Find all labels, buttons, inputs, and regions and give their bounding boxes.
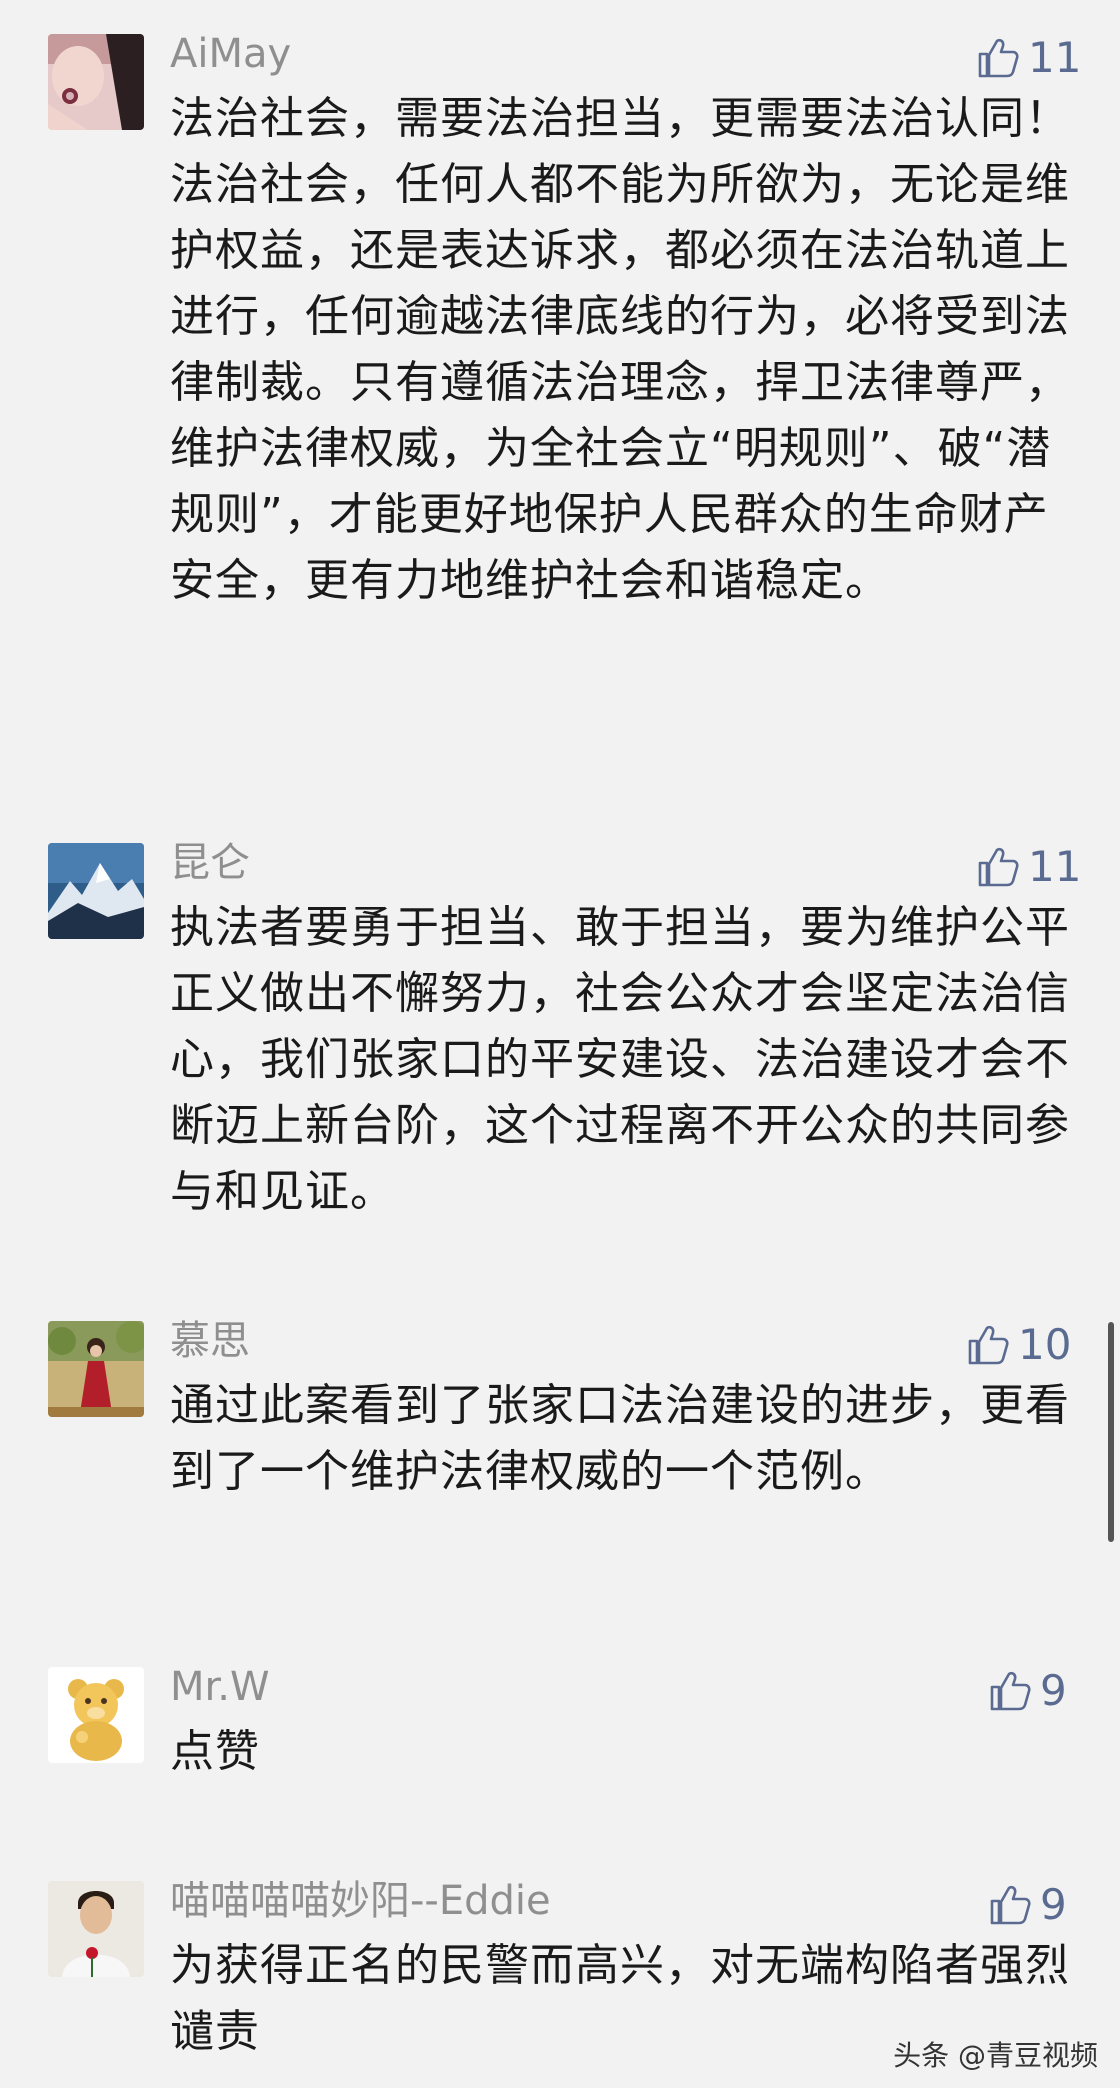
comment-text: 执法者要勇于担当、敢于担当，要为维护公平正义做出不懈努力，社会公众才会坚定法治信… — [170, 902, 1070, 1217]
thumbs-up-icon — [978, 847, 1019, 887]
like-count: 11 — [1028, 842, 1082, 891]
avatar[interactable] — [48, 34, 144, 130]
mountain-landscape-icon — [48, 843, 144, 939]
scrollbar[interactable] — [1108, 1322, 1114, 1542]
username[interactable]: AiMay — [170, 26, 291, 82]
avatar[interactable] — [48, 1667, 144, 1763]
like-count: 11 — [1028, 33, 1082, 82]
comment-text: 法治社会，需要法治担当，更需要法治认同！法治社会，任何人都不能为所欲为，无论是维… — [170, 93, 1070, 606]
comment-text: 点赞 — [170, 1726, 260, 1777]
like-button[interactable]: 9 — [988, 1877, 1067, 1933]
username[interactable]: Mr.W — [170, 1659, 270, 1715]
woman-red-dress-icon — [48, 1321, 144, 1417]
avatar[interactable] — [48, 1321, 144, 1417]
man-with-rose-icon — [48, 1881, 144, 1977]
woman-portrait-icon — [48, 34, 144, 130]
username[interactable]: 慕思 — [170, 1313, 250, 1369]
username[interactable]: 喵喵喵喵妙阳--Eddie — [170, 1873, 551, 1929]
thumbs-up-icon — [990, 1885, 1031, 1925]
like-button[interactable]: 9 — [988, 1663, 1067, 1719]
like-count: 10 — [1018, 1320, 1072, 1369]
thumbs-up-icon — [968, 1325, 1009, 1365]
watermark: 头条 @青豆视频 — [893, 2039, 1098, 2072]
like-count: 9 — [1040, 1666, 1067, 1715]
like-count: 9 — [1040, 1880, 1067, 1929]
avatar[interactable] — [48, 1881, 144, 1977]
comment-text: 通过此案看到了张家口法治建设的进步，更看到了一个维护法律权威的一个范例。 — [170, 1380, 1070, 1497]
bear-cartoon-icon — [48, 1667, 144, 1763]
like-button[interactable]: 11 — [976, 839, 1081, 895]
like-button[interactable]: 10 — [966, 1317, 1071, 1373]
avatar[interactable] — [48, 843, 144, 939]
like-button[interactable]: 11 — [976, 30, 1081, 86]
thumbs-up-icon — [990, 1671, 1031, 1711]
thumbs-up-icon — [978, 38, 1019, 78]
username[interactable]: 昆仑 — [170, 835, 250, 891]
